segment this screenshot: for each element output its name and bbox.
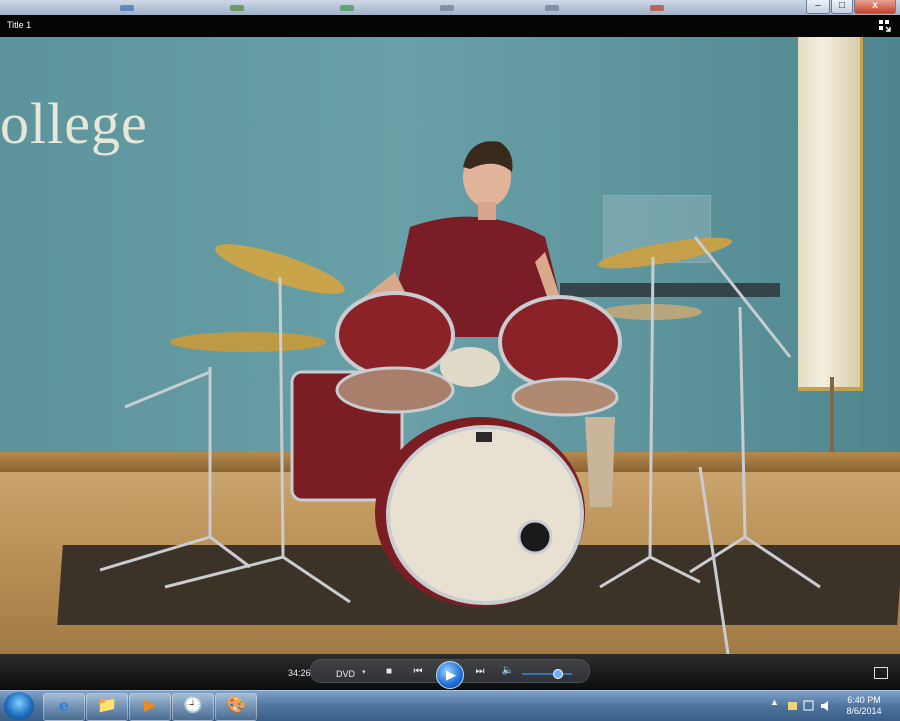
taskbar-file-explorer[interactable]: 📁 xyxy=(86,693,128,721)
clock-date: 8/6/2014 xyxy=(846,706,882,716)
tray-icons xyxy=(788,700,828,711)
show-hidden-icons-button[interactable]: ▲ xyxy=(770,697,779,707)
next-button[interactable]: ⏭ xyxy=(470,666,490,677)
network-tray-icon xyxy=(803,700,814,711)
elapsed-time: 34:26 xyxy=(288,668,311,678)
clock-icon: 🕘 xyxy=(183,697,203,714)
desktop-icon xyxy=(230,5,244,11)
window-title: Title 1 xyxy=(7,20,32,30)
close-button[interactable]: x xyxy=(854,0,896,14)
media-player-icon: ▶ xyxy=(143,697,157,714)
system-clock[interactable]: 6:40 PM 8/6/2014 xyxy=(836,695,892,717)
desktop-icon xyxy=(545,5,559,11)
volume-tray-icon xyxy=(821,701,828,711)
volume-slider[interactable] xyxy=(522,673,572,675)
window-controls: – □ x xyxy=(806,0,896,14)
maximize-button[interactable]: □ xyxy=(831,0,853,14)
dvd-menu-button[interactable]: DVD xyxy=(336,669,355,679)
flag-tray-icon xyxy=(788,702,797,710)
switch-view-icon[interactable] xyxy=(878,19,892,33)
fullscreen-icon[interactable] xyxy=(874,667,888,679)
volume-icon[interactable]: 🔈 xyxy=(500,665,516,676)
player-control-bar: 34:26 DVD ▾ ■ ⏮ ▶ ⏭ 🔈 xyxy=(0,654,900,690)
previous-button[interactable]: ⏮ xyxy=(408,666,428,677)
stop-button[interactable]: ■ xyxy=(383,666,395,677)
dvd-dropdown-icon[interactable]: ▾ xyxy=(362,668,366,676)
desktop-icon xyxy=(650,5,664,11)
play-icon: ▶ xyxy=(446,667,456,682)
drum-kit xyxy=(290,291,622,607)
desktop-background-strip: – □ x xyxy=(0,0,900,15)
play-button[interactable]: ▶ xyxy=(436,661,464,689)
folder-icon: 📁 xyxy=(97,697,117,714)
start-button[interactable] xyxy=(4,692,34,720)
desktop-icon xyxy=(120,5,134,11)
taskbar-paint-app[interactable]: 🎨 xyxy=(215,693,257,721)
taskbar-media-player[interactable]: ▶ xyxy=(129,693,171,721)
internet-explorer-icon: e xyxy=(58,696,70,715)
player-title-bar: Title 1 xyxy=(0,15,900,37)
volume-slider-knob[interactable] xyxy=(553,669,563,679)
taskbar-clock-app[interactable]: 🕘 xyxy=(172,693,214,721)
clock-time: 6:40 PM xyxy=(847,695,881,705)
desktop-icon xyxy=(440,5,454,11)
desktop-icon xyxy=(340,5,354,11)
paint-palette-icon: 🎨 xyxy=(226,697,246,714)
video-frame[interactable]: ollege xyxy=(0,37,900,654)
minimize-button[interactable]: – xyxy=(806,0,830,14)
taskbar-internet-explorer[interactable]: e xyxy=(43,693,85,721)
taskbar: e 📁 ▶ 🕘 🎨 ▲ 6:40 PM 8/6/2014 xyxy=(0,690,900,721)
drummer-scene xyxy=(99,141,821,654)
